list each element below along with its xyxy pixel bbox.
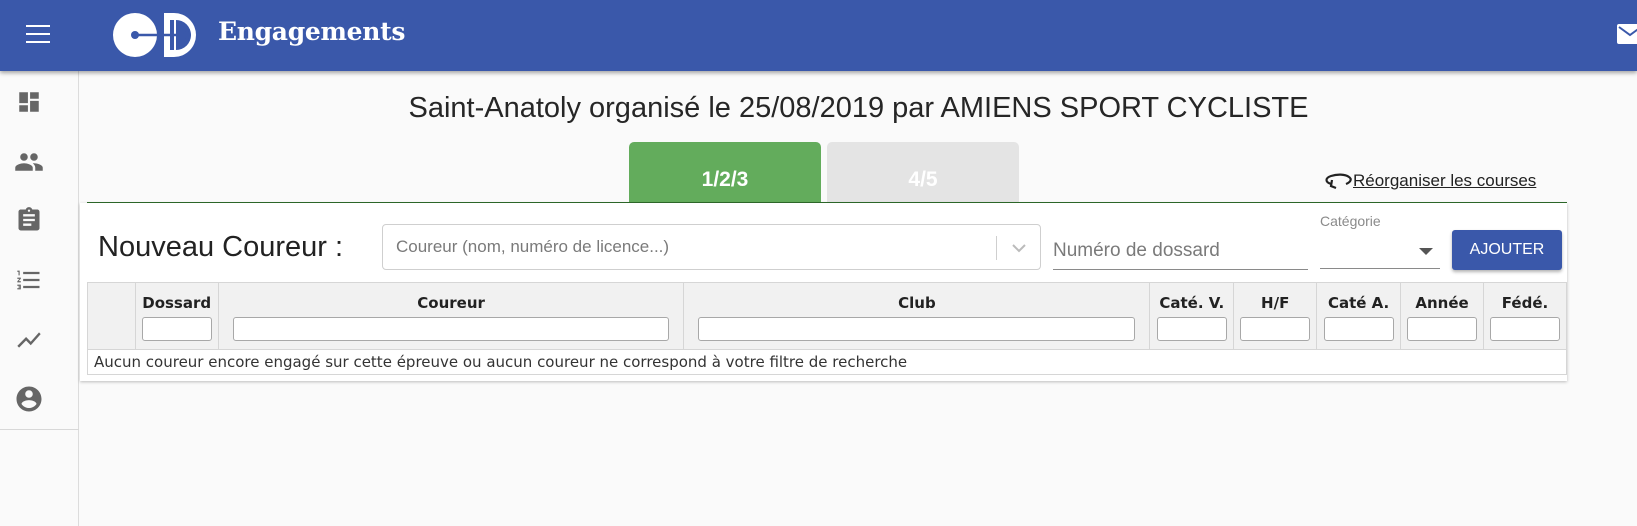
sidebar-item-account[interactable] (14, 384, 44, 414)
column-header-h-f-label: H/F (1261, 294, 1290, 312)
people-icon (15, 153, 43, 171)
column-header-annee-label: Année (1415, 294, 1469, 312)
column-header-cate-v-label: Caté. V. (1159, 294, 1225, 312)
column-header-coureur: Coureur (217, 282, 685, 350)
column-header-select (87, 282, 136, 350)
app-title: Engagements (218, 17, 406, 46)
category-label: Catégorie (1320, 213, 1381, 229)
column-header-club-label: Club (898, 294, 936, 312)
reorganize-label: Réorganiser les courses (1353, 171, 1537, 190)
table-row: Aucun coureur encore engagé sur cette ép… (87, 349, 1567, 375)
cate-a-filter-input[interactable] (1323, 317, 1394, 341)
app-header: Engagements (0, 0, 1637, 71)
column-header-annee: Année (1400, 282, 1484, 350)
sidebar-item-people[interactable] (14, 147, 44, 177)
dossard-filter-input[interactable] (141, 317, 212, 341)
table-header-row: Dossard Coureur Club Caté. V. H/F Caté A… (87, 282, 1567, 350)
sidebar-item-dashboard[interactable] (14, 87, 44, 117)
annee-filter-input[interactable] (1407, 317, 1478, 341)
category-select[interactable] (1320, 234, 1440, 269)
column-header-club: Club (683, 282, 1151, 350)
column-header-fede: Fédé. (1483, 282, 1567, 350)
column-header-fede-label: Fédé. (1501, 294, 1549, 312)
sidebar-item-assignments[interactable] (14, 205, 44, 235)
new-runner-label: Nouveau Coureur : (98, 231, 344, 263)
fede-filter-input[interactable] (1490, 317, 1560, 341)
tab-4-5[interactable]: 4/5 (827, 142, 1019, 203)
empty-table-message: Aucun coureur encore engagé sur cette ép… (87, 349, 1567, 375)
account-icon (16, 386, 42, 412)
logo (113, 13, 196, 57)
runners-table: Dossard Coureur Club Caté. V. H/F Caté A… (87, 282, 1567, 375)
runner-select-placeholder: Coureur (nom, numéro de licence...) (396, 237, 670, 256)
mail-icon[interactable] (1617, 24, 1637, 44)
sidebar-item-stats[interactable] (14, 325, 44, 355)
sidebar-divider (0, 429, 79, 430)
reorganize-link[interactable]: Réorganiser les courses (1323, 170, 1536, 192)
chevron-down-icon[interactable] (1009, 239, 1029, 257)
column-header-h-f: H/F (1233, 282, 1318, 350)
trending-icon (17, 332, 41, 348)
menu-icon[interactable] (26, 25, 50, 45)
column-header-cate-v: Caté. V. (1149, 282, 1235, 350)
caret-down-icon (1419, 248, 1433, 255)
dashboard-icon (19, 92, 39, 112)
cate-v-filter-input[interactable] (1156, 317, 1227, 341)
club-filter-input[interactable] (698, 317, 1136, 341)
list-icon (17, 270, 40, 290)
rotate-icon (1325, 173, 1352, 190)
column-header-dossard: Dossard (134, 282, 219, 350)
sidebar-item-list[interactable] (14, 265, 44, 295)
column-header-dossard-label: Dossard (142, 294, 212, 312)
column-header-coureur-label: Coureur (417, 294, 485, 312)
select-separator (996, 236, 997, 260)
page-title: Saint-Anatoly organisé le 25/08/2019 par… (408, 92, 1309, 124)
runner-select[interactable]: Coureur (nom, numéro de licence...) (382, 224, 1041, 270)
h-f-filter-input[interactable] (1240, 317, 1311, 341)
bib-number-input[interactable] (1053, 232, 1308, 270)
add-button[interactable]: AJOUTER (1452, 230, 1562, 270)
clipboard-icon (18, 207, 40, 231)
sidebar (0, 71, 79, 526)
column-header-cate-a: Caté A. (1316, 282, 1402, 350)
coureur-filter-input[interactable] (233, 317, 670, 341)
tab-1-2-3[interactable]: 1/2/3 (629, 142, 821, 203)
column-header-cate-a-label: Caté A. (1327, 294, 1390, 312)
